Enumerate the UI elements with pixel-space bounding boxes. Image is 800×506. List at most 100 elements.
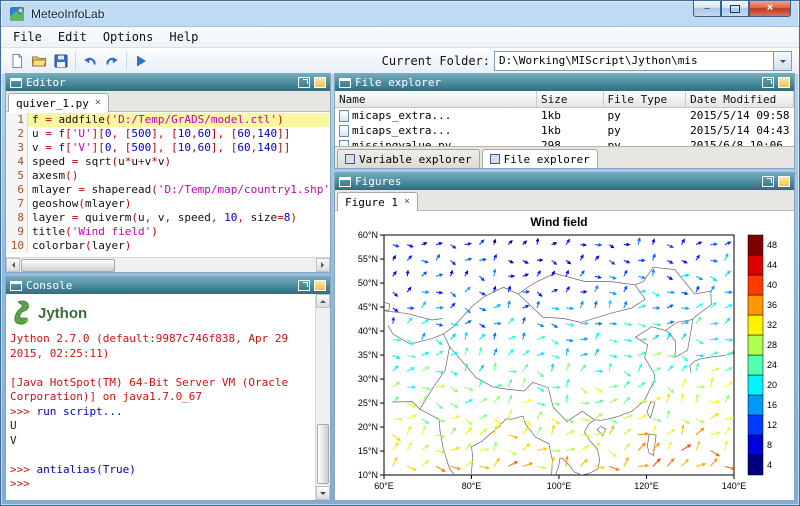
figure-1-tab[interactable]: Figure 1 ×: [337, 192, 418, 211]
editor-panel-header[interactable]: Editor: [6, 74, 330, 91]
editor-panel-title: Editor: [26, 76, 294, 89]
console-line: 2015, 02:25:11): [10, 347, 311, 362]
minimize-button[interactable]: –: [693, 1, 721, 17]
explorer-tabs: Variable explorer File explorer: [335, 146, 794, 168]
file-row[interactable]: missingvalue.py298py2015/6/8 10:06: [335, 138, 794, 146]
code-text[interactable]: axesm(): [28, 169, 330, 183]
code-text[interactable]: u = f['U'][0, [500], [10,60], [60,140]]: [28, 127, 330, 141]
panel-window-icon: [10, 78, 22, 88]
code-text[interactable]: mlayer = shaperead('D:/Temp/map/country1…: [28, 183, 330, 197]
scrollbar-track[interactable]: [316, 308, 330, 486]
console-panel-header[interactable]: Console: [6, 277, 330, 294]
menu-options[interactable]: Options: [95, 29, 162, 45]
scroll-down-button[interactable]: [316, 486, 330, 500]
code-editor[interactable]: 1f = addfile('D:/Temp/GrADS/model.ctl')2…: [6, 112, 330, 257]
close-tab-icon[interactable]: ×: [95, 98, 101, 108]
file-cell: 298: [541, 139, 561, 146]
code-text[interactable]: layer = quiverm(u, v, speed, 10, size=8): [28, 211, 330, 225]
undo-button[interactable]: [79, 50, 101, 72]
console-vertical-scrollbar[interactable]: [315, 294, 330, 500]
chevron-down-icon: [780, 60, 786, 66]
column-header-name[interactable]: Name: [335, 91, 537, 107]
float-panel-icon[interactable]: [298, 77, 310, 88]
save-file-button[interactable]: [50, 50, 72, 72]
window-title: MeteoInfoLab: [31, 7, 104, 21]
code-line-6[interactable]: 6mlayer = shaperead('D:/Temp/map/country…: [6, 183, 330, 197]
menu-help[interactable]: Help: [161, 29, 206, 45]
file-row[interactable]: micaps_extra...1kbpy2015/5/14 04:43: [335, 123, 794, 138]
figure-canvas[interactable]: Wind field60°E80°E100°E120°E140°E10°N15°…: [335, 211, 794, 500]
editor-horizontal-scrollbar[interactable]: [6, 257, 330, 272]
code-line-5[interactable]: 5axesm(): [6, 169, 330, 183]
file-cell: py: [608, 139, 621, 146]
scrollbar-thumb[interactable]: [21, 259, 115, 272]
colorbar-tick-label: 20: [767, 380, 777, 390]
code-line-2[interactable]: 2u = f['U'][0, [500], [10,60], [60,140]]: [6, 127, 330, 141]
current-folder-combobox[interactable]: D:\Working\MIScript\Jython\mis: [494, 51, 792, 71]
column-header-date-modified[interactable]: Date Modified: [686, 91, 794, 107]
scrollbar-thumb[interactable]: [317, 424, 329, 484]
scroll-left-button[interactable]: [6, 258, 20, 272]
file-cell: 1kb: [541, 109, 561, 122]
triangle-up-icon: [320, 297, 326, 303]
code-text[interactable]: f = addfile('D:/Temp/GrADS/model.ctl'): [28, 113, 330, 127]
code-text[interactable]: speed = sqrt(u*u+v*v): [28, 155, 330, 169]
file-icon: [339, 110, 349, 122]
column-header-file-type[interactable]: File Type: [604, 91, 687, 107]
code-line-3[interactable]: 3v = f['V'][0, [500], [10,60], [60,140]]: [6, 141, 330, 155]
close-button[interactable]: ×: [749, 1, 791, 17]
file-cell: 2015/5/14 09:58: [690, 109, 789, 122]
code-line-7[interactable]: 7geoshow(mlayer): [6, 197, 330, 211]
float-panel-icon[interactable]: [762, 176, 774, 187]
console-line: Corporation)] on java1.7.0_67: [10, 390, 311, 405]
title-bar[interactable]: MeteoInfoLab – ×: [1, 1, 799, 26]
code-text[interactable]: v = f['V'][0, [500], [10,60], [60,140]]: [28, 141, 330, 155]
file-cell: py: [608, 109, 621, 122]
open-file-button[interactable]: [28, 50, 50, 72]
maximize-panel-icon[interactable]: [778, 77, 790, 88]
console-line: [10, 448, 311, 463]
scroll-right-button[interactable]: [316, 258, 330, 272]
current-folder-dropdown-button[interactable]: [773, 52, 791, 70]
tab-variable-explorer[interactable]: Variable explorer: [337, 149, 480, 168]
maximize-button[interactable]: [721, 1, 749, 17]
tab-label: File explorer: [504, 153, 590, 166]
figure-title: Wind field: [530, 215, 587, 229]
maximize-panel-icon[interactable]: [314, 77, 326, 88]
colorbar-tick-label: 36: [767, 300, 777, 310]
menu-file[interactable]: File: [5, 29, 50, 45]
right-column: File explorer NameSizeFile TypeDate Modi…: [334, 73, 795, 501]
redo-button[interactable]: [101, 50, 123, 72]
code-line-4[interactable]: 4speed = sqrt(u*u+v*v): [6, 155, 330, 169]
current-folder-value[interactable]: D:\Working\MIScript\Jython\mis: [495, 52, 773, 70]
float-panel-icon[interactable]: [298, 280, 310, 291]
wind-field-figure: Wind field60°E80°E100°E120°E140°E10°N15°…: [338, 213, 790, 500]
run-script-button[interactable]: [130, 50, 152, 72]
new-file-button[interactable]: [6, 50, 28, 72]
menu-edit[interactable]: Edit: [50, 29, 95, 45]
figures-panel-header[interactable]: Figures: [335, 173, 794, 190]
current-folder-label: Current Folder:: [382, 54, 490, 68]
code-line-9[interactable]: 9title('Wind field'): [6, 225, 330, 239]
close-tab-icon[interactable]: ×: [404, 197, 410, 207]
scrollbar-track[interactable]: [20, 258, 316, 272]
colorbar-tick-label: 32: [767, 320, 777, 330]
code-text[interactable]: title('Wind field'): [28, 225, 330, 239]
code-text[interactable]: geoshow(mlayer): [28, 197, 330, 211]
code-line-10[interactable]: 10colorbar(layer): [6, 239, 330, 253]
maximize-panel-icon[interactable]: [778, 176, 790, 187]
file-explorer-panel-header[interactable]: File explorer: [335, 74, 794, 91]
file-row[interactable]: micaps_extra...1kbpy2015/5/14 09:58: [335, 108, 794, 123]
colorbar: 4812162024283236404448: [748, 235, 777, 475]
tab-file-explorer[interactable]: File explorer: [482, 149, 598, 168]
scroll-up-button[interactable]: [316, 294, 330, 308]
console-output[interactable]: Jython Jython 2.7.0 (default:9987c746f83…: [6, 294, 315, 500]
code-text[interactable]: colorbar(layer): [28, 239, 330, 253]
code-line-1[interactable]: 1f = addfile('D:/Temp/GrADS/model.ctl'): [6, 113, 330, 127]
maximize-panel-icon[interactable]: [314, 280, 326, 291]
column-header-size[interactable]: Size: [537, 91, 604, 107]
editor-tab-quiver1[interactable]: quiver_1.py ×: [8, 93, 109, 112]
float-panel-icon[interactable]: [762, 77, 774, 88]
triangle-down-icon: [320, 492, 326, 498]
code-line-8[interactable]: 8layer = quiverm(u, v, speed, 10, size=8…: [6, 211, 330, 225]
